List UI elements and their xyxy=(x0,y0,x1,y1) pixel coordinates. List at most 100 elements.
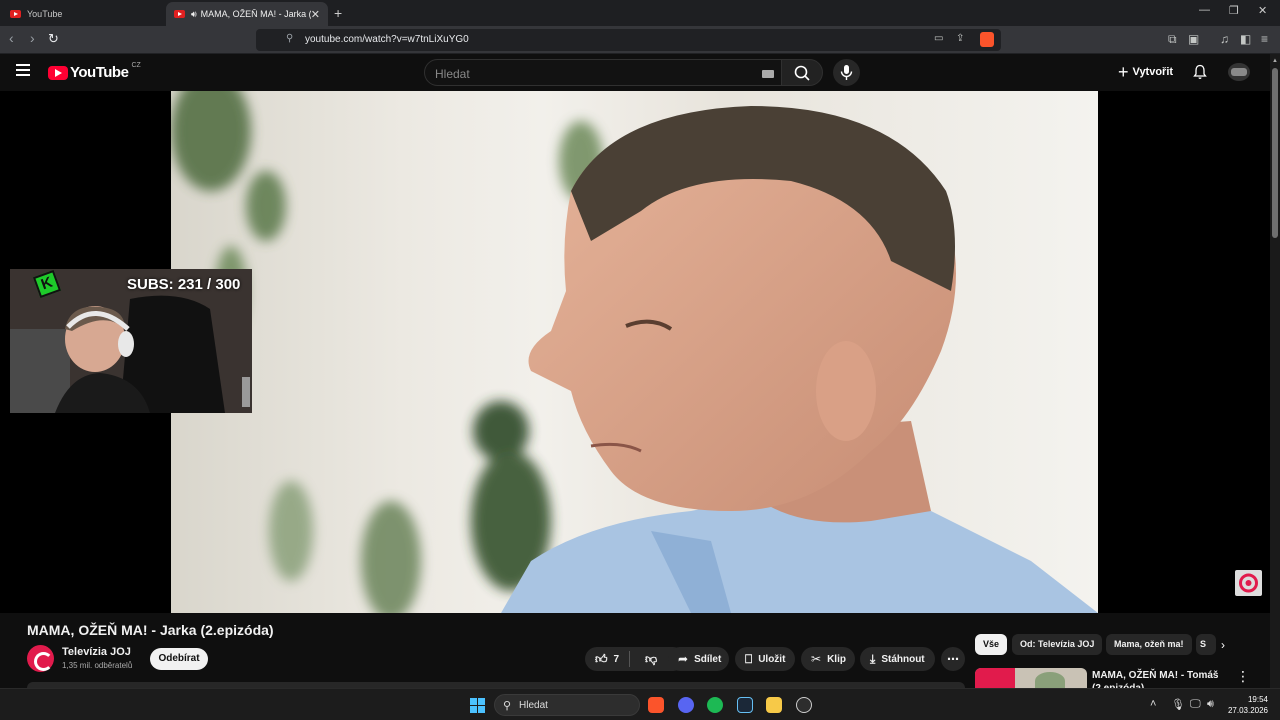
download-button[interactable]: ⤓ Stáhnout xyxy=(860,647,935,671)
like-count: 7 xyxy=(613,653,620,665)
channel-avatar[interactable] xyxy=(27,645,54,672)
logo-text: YouTube xyxy=(70,64,129,81)
tab-title: YouTube xyxy=(27,9,63,19)
discord-app-icon[interactable] xyxy=(678,697,694,713)
streamer-webcam-overlay: K SUBS: 231 / 300 xyxy=(10,269,252,413)
volume-icon[interactable]: 🔊︎ xyxy=(1207,698,1214,711)
browser-menu-icon[interactable]: ≡ xyxy=(1261,32,1268,46)
more-vertical-icon[interactable]: ⋮ xyxy=(1236,668,1250,685)
more-horizontal-icon: ⋯ xyxy=(947,652,959,666)
channel-watermark-icon[interactable] xyxy=(1235,570,1262,596)
hamburger-menu-icon[interactable] xyxy=(16,64,30,76)
url-text: youtube.com/watch?v=w7tnLiXuYG0 xyxy=(305,34,469,45)
taskbar-search-input[interactable]: ⚲ Hledat xyxy=(494,694,640,716)
create-label: Vytvořit xyxy=(1132,66,1174,78)
thumbs-down-icon: 👎︎ xyxy=(645,651,658,666)
search-input[interactable]: Hledat xyxy=(424,59,782,86)
steam-app-icon[interactable] xyxy=(737,697,753,713)
like-button[interactable]: 👍︎ 7 xyxy=(585,652,629,667)
download-label: Stáhnout xyxy=(881,653,925,665)
clock-date: 27.03.2026 xyxy=(1227,706,1268,715)
spotify-app-icon[interactable] xyxy=(707,697,723,713)
notifications-bell-icon[interactable] xyxy=(1192,64,1208,80)
windows-start-icon[interactable] xyxy=(470,698,485,713)
account-avatar[interactable] xyxy=(1228,63,1250,81)
keyboard-icon[interactable] xyxy=(762,70,774,78)
chip-series[interactable]: Mama, ožeň ma! xyxy=(1106,634,1192,655)
video-still-image xyxy=(171,91,1098,613)
share-page-icon[interactable]: ⇪ xyxy=(956,33,964,44)
subs-counter: SUBS: 231 / 300 xyxy=(127,276,241,293)
taskbar-search-placeholder: Hledat xyxy=(519,700,548,711)
brave-app-icon[interactable] xyxy=(648,697,664,713)
chip-all[interactable]: Vše xyxy=(975,634,1008,655)
forward-button[interactable]: › xyxy=(30,30,35,46)
download-icon: ⤓ xyxy=(870,651,876,666)
page-scrollbar[interactable]: ▲ xyxy=(1270,54,1280,688)
search-button[interactable] xyxy=(781,59,823,86)
new-tab-button[interactable]: + xyxy=(334,5,342,21)
restore-button[interactable]: ❐ xyxy=(1229,4,1239,17)
wallet-icon[interactable]: ▣ xyxy=(1188,32,1199,46)
share-label: Sdílet xyxy=(694,653,722,665)
scrollbar-thumb[interactable] xyxy=(1272,68,1278,238)
chevron-right-icon[interactable]: › xyxy=(1221,638,1225,652)
microphone-tray-icon[interactable]: 🎙︎ xyxy=(1171,698,1185,711)
youtube-favicon-icon xyxy=(10,10,21,18)
scissors-icon: ✂ xyxy=(811,652,822,666)
clip-label: Klip xyxy=(827,653,846,665)
extensions-icon[interactable]: ⧉ xyxy=(1168,32,1177,47)
country-code: CZ xyxy=(131,62,141,69)
tab-current-video[interactable]: 🔊︎ MAMA, OŽEŇ MA! - Jarka (2.e ✕ xyxy=(166,2,328,26)
subscribe-button[interactable]: Odebírat xyxy=(150,648,208,670)
joj-logo-icon xyxy=(1239,573,1258,593)
tab-title: MAMA, OŽEŇ MA! - Jarka (2.e xyxy=(200,9,311,19)
network-icon[interactable]: 🖵︎ xyxy=(1190,698,1201,711)
tray-overflow-icon[interactable]: ˄ xyxy=(1150,698,1156,710)
plus-icon: + xyxy=(1118,61,1129,82)
windows-taskbar: ⚲ Hledat ˄ 🎙︎ 🖵︎ 🔊︎ 19:54 27.03.2026 xyxy=(0,688,1280,720)
back-button[interactable]: ‹ xyxy=(9,30,14,46)
save-button[interactable]: ⎕ Uložit xyxy=(735,647,795,671)
chip-from-channel[interactable]: Od: Televízia JOJ xyxy=(1012,634,1103,655)
voice-search-button[interactable] xyxy=(833,59,860,86)
reload-button[interactable]: ↻ xyxy=(48,31,59,47)
video-title: MAMA, OŽEŇ MA! - Jarka (2.epizóda) xyxy=(27,622,274,638)
file-explorer-app-icon[interactable] xyxy=(766,697,782,713)
address-bar[interactable]: ⚲ youtube.com/watch?v=w7tnLiXuYG0 ▭ ⇪ xyxy=(256,29,1001,51)
taskbar-clock[interactable]: 19:54 27.03.2026 xyxy=(1222,694,1268,716)
close-tab-icon[interactable]: ✕ xyxy=(311,8,320,21)
close-window-button[interactable]: ✕ xyxy=(1258,4,1267,17)
more-actions-button[interactable]: ⋯ xyxy=(941,647,965,671)
dislike-button[interactable]: 👎︎ xyxy=(645,652,657,667)
browser-toolbar: ‹ › ↻ 🔖︎ ⚲ youtube.com/watch?v=w7tnLiXuY… xyxy=(0,26,1280,54)
create-button[interactable]: + Vytvořit xyxy=(1118,60,1173,84)
cast-icon[interactable]: ▭ xyxy=(934,33,943,44)
share-button[interactable]: ➦ Sdílet xyxy=(668,647,729,671)
speaker-icon: 🔊︎ xyxy=(191,8,197,19)
clip-button[interactable]: ✂ Klip xyxy=(801,647,855,671)
browser-tab-bar: YouTube 🔊︎ MAMA, OŽEŇ MA! - Jarka (2.e ✕… xyxy=(0,0,1280,26)
recommendation-thumbnail[interactable] xyxy=(975,668,1087,690)
media-icon[interactable]: ♫ xyxy=(1220,32,1229,46)
minimize-button[interactable]: — xyxy=(1199,4,1210,16)
like-divider xyxy=(629,651,630,667)
youtube-masthead: YouTube CZ Hledat + Vytvořit xyxy=(0,54,1270,91)
youtube-logo[interactable]: YouTube CZ xyxy=(48,62,141,81)
sidebar-toggle-icon[interactable]: ◧ xyxy=(1240,32,1251,46)
youtube-favicon-icon xyxy=(174,10,185,18)
share-arrow-icon: ➦ xyxy=(678,652,689,666)
channel-name[interactable]: Televízia JOJ xyxy=(62,646,131,658)
scroll-up-arrow-icon[interactable]: ▲ xyxy=(1272,58,1278,64)
microphone-icon xyxy=(840,65,853,80)
video-frame[interactable] xyxy=(171,91,1098,613)
video-player[interactable]: K SUBS: 231 / 300 xyxy=(0,91,1270,613)
tab-youtube[interactable]: YouTube xyxy=(2,2,162,26)
brave-shields-icon[interactable] xyxy=(980,32,994,47)
search-icon: ⚲ xyxy=(503,700,512,712)
obs-app-icon[interactable] xyxy=(796,697,812,713)
chip-partial[interactable]: S xyxy=(1196,634,1216,655)
search-placeholder: Hledat xyxy=(435,67,470,81)
site-info-icon[interactable]: ⚲ xyxy=(286,33,293,44)
thumbs-up-icon: 👍︎ xyxy=(595,651,608,666)
